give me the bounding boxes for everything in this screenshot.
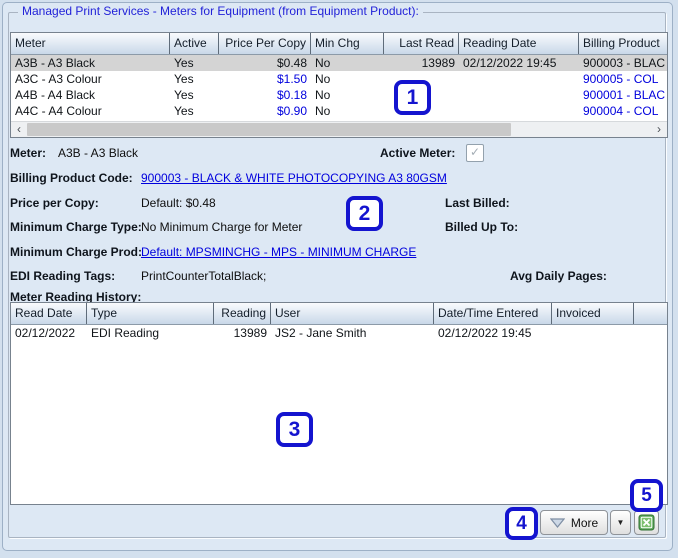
annotation-badge-3: 3 — [276, 412, 313, 447]
cell-billing-product: 900001 - BLAC — [579, 87, 668, 103]
cell-reading: 13989 — [214, 325, 271, 341]
price-per-copy-label: Price per Copy: — [10, 196, 99, 210]
history-table-header: Read Date Type Reading User Date/Time En… — [11, 303, 667, 325]
cell-billing-product: 900004 - COL — [579, 103, 668, 119]
cell-invoiced — [552, 325, 634, 341]
cell-type: EDI Reading — [87, 325, 214, 341]
cell-meter: A3C - A3 Colour — [11, 71, 170, 87]
scrollbar-thumb[interactable] — [27, 123, 511, 136]
column-header-last-read[interactable]: Last Read — [384, 33, 459, 54]
column-header-filler — [634, 303, 667, 324]
cell-billing-product: 900005 - COL — [579, 71, 668, 87]
more-dropdown-button[interactable]: ▼ — [610, 510, 631, 535]
cell-active: Yes — [170, 55, 219, 71]
horizontal-scrollbar[interactable]: ‹ › — [11, 121, 667, 137]
avg-daily-pages-label: Avg Daily Pages: — [510, 269, 607, 283]
table-row[interactable]: 02/12/2022 EDI Reading 13989 JS2 - Jane … — [11, 325, 667, 341]
cell-active: Yes — [170, 103, 219, 119]
cell-meter: A3B - A3 Black — [11, 55, 170, 71]
cell-active: Yes — [170, 71, 219, 87]
column-header-reading[interactable]: Reading — [214, 303, 271, 324]
billed-up-to-label: Billed Up To: — [445, 220, 518, 234]
active-meter-label: Active Meter: — [380, 146, 455, 160]
cell-price: $0.90 — [219, 103, 311, 119]
column-header-price-per-copy[interactable]: Price Per Copy — [219, 33, 311, 54]
active-meter-checkbox[interactable]: ✓ — [466, 144, 484, 162]
annotation-badge-2: 2 — [346, 196, 383, 231]
more-button-label: More — [571, 516, 598, 530]
column-header-meter[interactable]: Meter — [11, 33, 170, 54]
last-billed-label: Last Billed: — [445, 196, 510, 210]
cell-active: Yes — [170, 87, 219, 103]
annotation-badge-4: 4 — [505, 507, 538, 540]
cell-user: JS2 - Jane Smith — [271, 325, 434, 341]
cell-last-read: 13989 — [384, 55, 459, 71]
cell-reading-date — [459, 103, 579, 119]
cell-min-chg: No — [311, 87, 384, 103]
min-charge-type-value: No Minimum Charge for Meter — [141, 220, 302, 234]
cell-billing-product: 900003 - BLAC — [579, 55, 668, 71]
history-table: Read Date Type Reading User Date/Time En… — [10, 302, 668, 505]
cell-read-date: 02/12/2022 — [11, 325, 87, 341]
checkmark-icon: ✓ — [470, 145, 480, 159]
column-header-billing-product[interactable]: Billing Product — [579, 33, 668, 54]
edi-reading-tags-value: PrintCounterTotalBlack; — [141, 269, 266, 283]
cell-price: $0.18 — [219, 87, 311, 103]
billing-product-code-link[interactable]: 900003 - BLACK & WHITE PHOTOCOPYING A3 8… — [141, 171, 447, 185]
table-row[interactable]: A4C - A4 Colour Yes $0.90 No 900004 - CO… — [11, 103, 667, 119]
annotation-badge-1: 1 — [394, 80, 431, 115]
column-header-datetime-entered[interactable]: Date/Time Entered — [434, 303, 552, 324]
scroll-left-icon[interactable]: ‹ — [11, 122, 27, 137]
price-per-copy-value: Default: $0.48 — [141, 196, 216, 210]
annotation-badge-5: 5 — [630, 479, 663, 512]
cell-price: $0.48 — [219, 55, 311, 71]
cell-min-chg: No — [311, 55, 384, 71]
min-charge-type-label: Minimum Charge Type: — [10, 220, 142, 234]
edi-reading-tags-label: EDI Reading Tags: — [10, 269, 115, 283]
export-excel-button[interactable] — [634, 510, 659, 535]
column-header-type[interactable]: Type — [87, 303, 214, 324]
dropdown-arrow-icon: ▼ — [617, 518, 625, 527]
table-row[interactable]: A3B - A3 Black Yes $0.48 No 13989 02/12/… — [11, 55, 667, 71]
column-header-user[interactable]: User — [271, 303, 434, 324]
column-header-active[interactable]: Active — [170, 33, 219, 54]
meters-table-header: Meter Active Price Per Copy Min Chg Last… — [11, 33, 667, 55]
min-charge-prod-label: Minimum Charge Prod: — [10, 245, 142, 259]
scroll-right-icon[interactable]: › — [651, 122, 667, 137]
cell-reading-date — [459, 71, 579, 87]
more-button[interactable]: More — [540, 510, 608, 535]
table-row[interactable]: A3C - A3 Colour Yes $1.50 No 900005 - CO… — [11, 71, 667, 87]
column-header-min-chg[interactable]: Min Chg — [311, 33, 384, 54]
cell-datetime-entered: 02/12/2022 19:45 — [434, 325, 552, 341]
mps-meters-window: Managed Print Services - Meters for Equi… — [0, 0, 678, 558]
cell-meter: A4B - A4 Black — [11, 87, 170, 103]
group-title: Managed Print Services - Meters for Equi… — [18, 4, 423, 18]
column-header-read-date[interactable]: Read Date — [11, 303, 87, 324]
min-charge-prod-link[interactable]: Default: MPSMINCHG - MPS - MINIMUM CHARG… — [141, 245, 416, 259]
column-header-invoiced[interactable]: Invoiced — [552, 303, 634, 324]
cell-price: $1.50 — [219, 71, 311, 87]
meter-label: Meter: — [10, 146, 46, 160]
cell-reading-date — [459, 87, 579, 103]
cell-meter: A4C - A4 Colour — [11, 103, 170, 119]
cell-min-chg: No — [311, 103, 384, 119]
cell-reading-date: 02/12/2022 19:45 — [459, 55, 579, 71]
excel-icon — [638, 514, 655, 531]
billing-product-code-label: Billing Product Code: — [10, 171, 133, 185]
cell-min-chg: No — [311, 71, 384, 87]
meters-table: Meter Active Price Per Copy Min Chg Last… — [10, 32, 668, 138]
column-header-reading-date[interactable]: Reading Date — [459, 33, 579, 54]
triangle-down-icon — [550, 518, 565, 528]
table-row[interactable]: A4B - A4 Black Yes $0.18 No 900001 - BLA… — [11, 87, 667, 103]
meter-value: A3B - A3 Black — [58, 146, 138, 160]
